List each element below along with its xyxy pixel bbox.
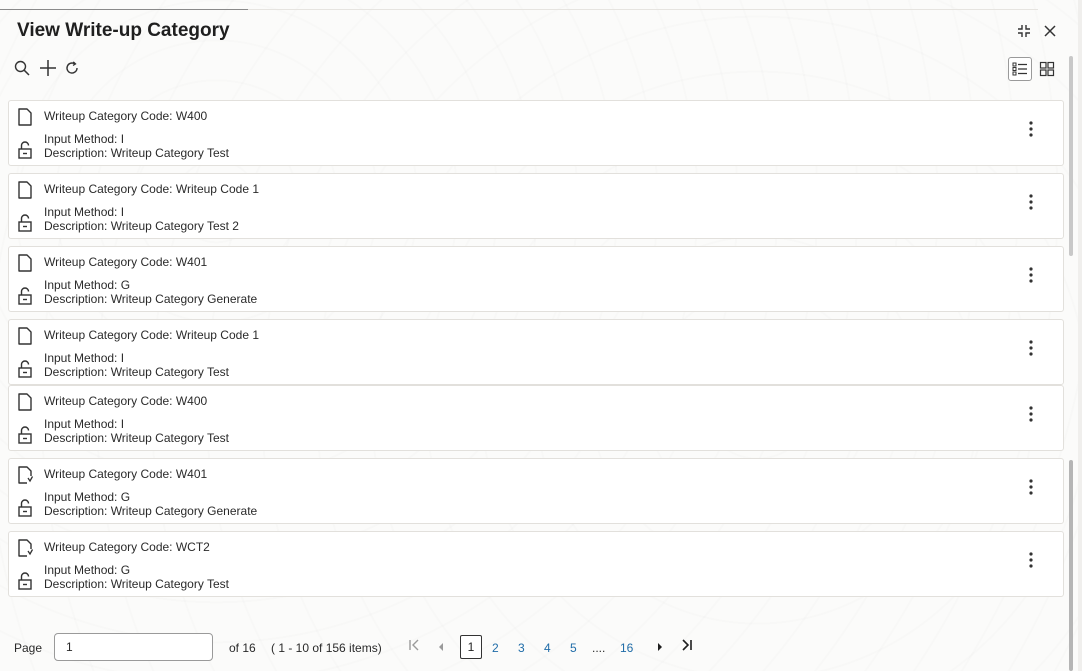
unlock-icon xyxy=(18,572,32,590)
description: Description: Writeup Category Test xyxy=(44,146,229,160)
page-5-button[interactable]: 5 xyxy=(570,641,577,655)
more-actions-icon[interactable] xyxy=(1022,336,1040,360)
unlock-icon xyxy=(18,141,32,159)
category-code: Writeup Category Code: Writeup Code 1 xyxy=(44,328,259,342)
category-code: Writeup Category Code: W401 xyxy=(44,467,208,481)
toolbar xyxy=(0,55,1070,85)
page-2-button[interactable]: 2 xyxy=(492,641,499,655)
previous-page-icon[interactable] xyxy=(437,640,445,655)
category-code: Writeup Category Code: W400 xyxy=(44,109,208,123)
list-item[interactable]: Writeup Category Code: Writeup Code 1 In… xyxy=(8,319,1064,385)
search-icon[interactable] xyxy=(12,57,32,79)
grid-view-icon[interactable] xyxy=(1035,57,1059,81)
list-item[interactable]: Writeup Category Code: Writeup Code 1 In… xyxy=(8,173,1064,239)
first-page-icon[interactable] xyxy=(408,639,420,654)
add-icon[interactable] xyxy=(38,57,58,79)
more-actions-icon[interactable] xyxy=(1022,263,1040,287)
page-4-button[interactable]: 4 xyxy=(544,641,551,655)
document-icon xyxy=(18,254,32,272)
description: Description: Writeup Category Generate xyxy=(44,292,258,306)
description: Description: Writeup Category Test xyxy=(44,431,229,445)
document-modified-icon xyxy=(18,466,33,484)
item-range-text: ( 1 - 10 of 156 items) xyxy=(271,641,382,655)
page-title: View Write-up Category xyxy=(17,20,230,41)
document-modified-icon xyxy=(18,539,33,557)
input-method: Input Method: G xyxy=(44,563,131,577)
page-1-button[interactable]: 1 xyxy=(460,635,482,659)
document-icon xyxy=(18,108,32,126)
list-view-icon[interactable] xyxy=(1008,57,1032,81)
last-page-icon[interactable] xyxy=(681,639,693,654)
description: Description: Writeup Category Test 2 xyxy=(44,219,239,233)
unlock-icon xyxy=(18,214,32,232)
dialog-header: View Write-up Category xyxy=(0,10,1070,52)
unlock-icon xyxy=(18,360,32,378)
input-method: Input Method: I xyxy=(44,132,125,146)
pages-ellipsis: .... xyxy=(592,641,606,655)
page-number-input[interactable] xyxy=(54,633,213,661)
description: Description: Writeup Category Generate xyxy=(44,504,258,518)
list-item[interactable]: Writeup Category Code: W401 Input Method… xyxy=(8,458,1064,524)
pagination-bar: Page of 16 ( 1 - 10 of 156 items) 1 2 3 … xyxy=(0,630,1070,664)
category-code: Writeup Category Code: WCT2 xyxy=(44,540,210,554)
input-method: Input Method: G xyxy=(44,490,131,504)
page-16-button[interactable]: 16 xyxy=(620,641,633,655)
document-icon xyxy=(18,181,32,199)
close-icon[interactable] xyxy=(1041,22,1059,40)
more-actions-icon[interactable] xyxy=(1022,402,1040,426)
unlock-icon xyxy=(18,287,32,305)
input-method: Input Method: I xyxy=(44,417,125,431)
more-actions-icon[interactable] xyxy=(1022,475,1040,499)
next-page-icon[interactable] xyxy=(656,640,664,655)
list-item[interactable]: Writeup Category Code: W400 Input Method… xyxy=(8,385,1064,451)
unlock-icon xyxy=(18,426,32,444)
document-icon xyxy=(18,327,32,345)
input-method: Input Method: G xyxy=(44,278,131,292)
input-method: Input Method: I xyxy=(44,205,125,219)
unlock-icon xyxy=(18,499,32,517)
list-item[interactable]: Writeup Category Code: W401 Input Method… xyxy=(8,246,1064,312)
category-code: Writeup Category Code: W400 xyxy=(44,394,208,408)
more-actions-icon[interactable] xyxy=(1022,548,1040,572)
list-item[interactable]: Writeup Category Code: W400 Input Method… xyxy=(8,100,1064,166)
collapse-icon[interactable] xyxy=(1015,22,1033,40)
page-3-button[interactable]: 3 xyxy=(518,641,525,655)
input-method: Input Method: I xyxy=(44,351,125,365)
description: Description: Writeup Category Test xyxy=(44,365,229,379)
page-label: Page xyxy=(14,641,43,655)
category-code: Writeup Category Code: W401 xyxy=(44,255,208,269)
more-actions-icon[interactable] xyxy=(1022,117,1040,141)
document-icon xyxy=(18,393,32,411)
description: Description: Writeup Category Test xyxy=(44,577,229,591)
total-pages-text: of 16 xyxy=(229,641,256,655)
list-item[interactable]: Writeup Category Code: WCT2 Input Method… xyxy=(8,531,1064,597)
category-code: Writeup Category Code: Writeup Code 1 xyxy=(44,182,259,196)
refresh-icon[interactable] xyxy=(62,57,82,79)
more-actions-icon[interactable] xyxy=(1022,190,1040,214)
window-edge xyxy=(1078,0,1082,671)
scrollbar-top-segment[interactable] xyxy=(1069,56,1073,256)
